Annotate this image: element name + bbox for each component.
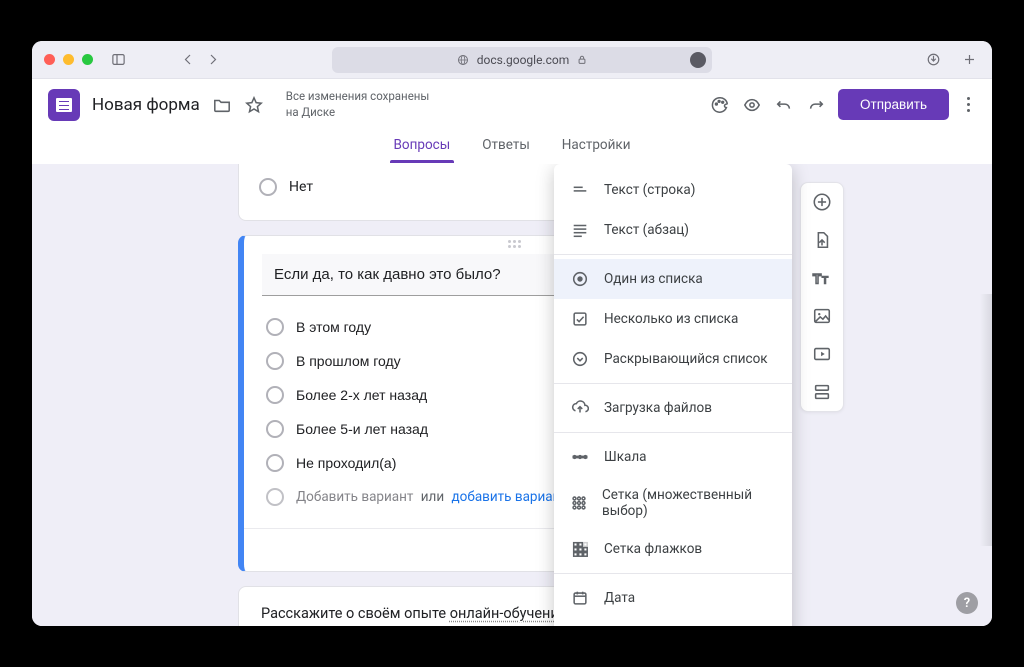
menu-separator: [554, 254, 792, 255]
radio-icon: [259, 178, 277, 196]
app-window: docs.google.com Новая форма Все изменени…: [32, 41, 992, 626]
side-toolbar: TT: [800, 182, 844, 412]
qtype-short-text[interactable]: Текст (строка): [554, 170, 792, 210]
sidebar-toggle-icon[interactable]: [107, 49, 129, 71]
add-section-button[interactable]: [811, 381, 833, 403]
qtype-time[interactable]: Время: [554, 618, 792, 626]
radio-icon: [266, 318, 284, 336]
radio-selected-icon: [570, 269, 590, 289]
help-button[interactable]: ?: [956, 592, 978, 614]
add-question-button[interactable]: [811, 191, 833, 213]
menu-separator: [554, 383, 792, 384]
menu-separator: [554, 432, 792, 433]
tab-questions[interactable]: Вопросы: [392, 131, 453, 163]
qtype-paragraph[interactable]: Текст (абзац): [554, 210, 792, 250]
menu-separator: [554, 573, 792, 574]
qtype-date[interactable]: Дата: [554, 578, 792, 618]
dropdown-icon: [570, 349, 590, 369]
radio-icon: [266, 352, 284, 370]
star-icon[interactable]: [244, 95, 264, 115]
customize-theme-icon[interactable]: [710, 95, 730, 115]
window-controls: [44, 54, 93, 65]
nav-back-button[interactable]: [177, 49, 199, 71]
maximize-window-button[interactable]: [82, 54, 93, 65]
qtype-checkbox[interactable]: Несколько из списка: [554, 299, 792, 339]
svg-text:T: T: [813, 271, 822, 286]
checkbox-icon: [570, 309, 590, 329]
scrollbar[interactable]: [980, 294, 992, 546]
redo-icon[interactable]: [806, 95, 826, 115]
calendar-icon: [570, 588, 590, 608]
minimize-window-button[interactable]: [63, 54, 74, 65]
qtype-grid-checkbox[interactable]: Сетка флажков: [554, 529, 792, 569]
grid-radio-icon: [570, 493, 588, 513]
radio-icon: [266, 386, 284, 404]
import-questions-button[interactable]: [811, 229, 833, 251]
add-video-button[interactable]: [811, 343, 833, 365]
app-header: Новая форма Все изменения сохранены на Д…: [32, 79, 992, 131]
qtype-radio[interactable]: Один из списка: [554, 259, 792, 299]
url-text: docs.google.com: [477, 53, 570, 67]
form-canvas: Нет: [32, 164, 992, 626]
option-label: Нет: [289, 179, 313, 195]
tab-responses[interactable]: Ответы: [480, 131, 532, 163]
preview-icon[interactable]: [742, 95, 762, 115]
upload-icon: [570, 398, 590, 418]
undo-icon[interactable]: [774, 95, 794, 115]
move-to-folder-icon[interactable]: [212, 95, 232, 115]
downloads-icon[interactable]: [922, 49, 944, 71]
globe-icon: [457, 54, 469, 66]
paragraph-icon: [570, 220, 590, 240]
tab-settings[interactable]: Настройки: [560, 131, 633, 163]
short-text-icon: [570, 180, 590, 200]
qtype-file-upload[interactable]: Загрузка файлов: [554, 388, 792, 428]
new-tab-icon[interactable]: [958, 49, 980, 71]
close-window-button[interactable]: [44, 54, 55, 65]
radio-icon: [266, 454, 284, 472]
question-type-menu: Текст (строка) Текст (абзац) Один из спи…: [554, 164, 792, 626]
privacy-report-icon[interactable]: [690, 52, 706, 68]
save-status: Все изменения сохранены на Диске: [286, 89, 430, 120]
address-bar[interactable]: docs.google.com: [332, 47, 712, 73]
lock-icon: [577, 55, 587, 65]
browser-chrome: docs.google.com: [32, 41, 992, 79]
qtype-dropdown[interactable]: Раскрывающийся список: [554, 339, 792, 379]
nav-forward-button[interactable]: [201, 49, 223, 71]
form-tabs: Вопросы Ответы Настройки: [32, 131, 992, 164]
qtype-grid-radio[interactable]: Сетка (множественный выбор): [554, 477, 792, 529]
qtype-scale[interactable]: Шкала: [554, 437, 792, 477]
more-menu-button[interactable]: [961, 91, 976, 118]
radio-icon: [266, 420, 284, 438]
add-image-button-sidebar[interactable]: [811, 305, 833, 327]
radio-icon: [266, 488, 284, 506]
add-title-button[interactable]: TT: [811, 267, 833, 289]
send-button[interactable]: Отправить: [838, 89, 949, 120]
svg-text:T: T: [822, 275, 828, 286]
grid-check-icon: [570, 539, 590, 559]
add-option-link[interactable]: Добавить вариант: [296, 489, 413, 505]
document-title[interactable]: Новая форма: [92, 95, 200, 115]
scale-icon: [570, 447, 590, 467]
forms-logo[interactable]: [48, 89, 80, 121]
